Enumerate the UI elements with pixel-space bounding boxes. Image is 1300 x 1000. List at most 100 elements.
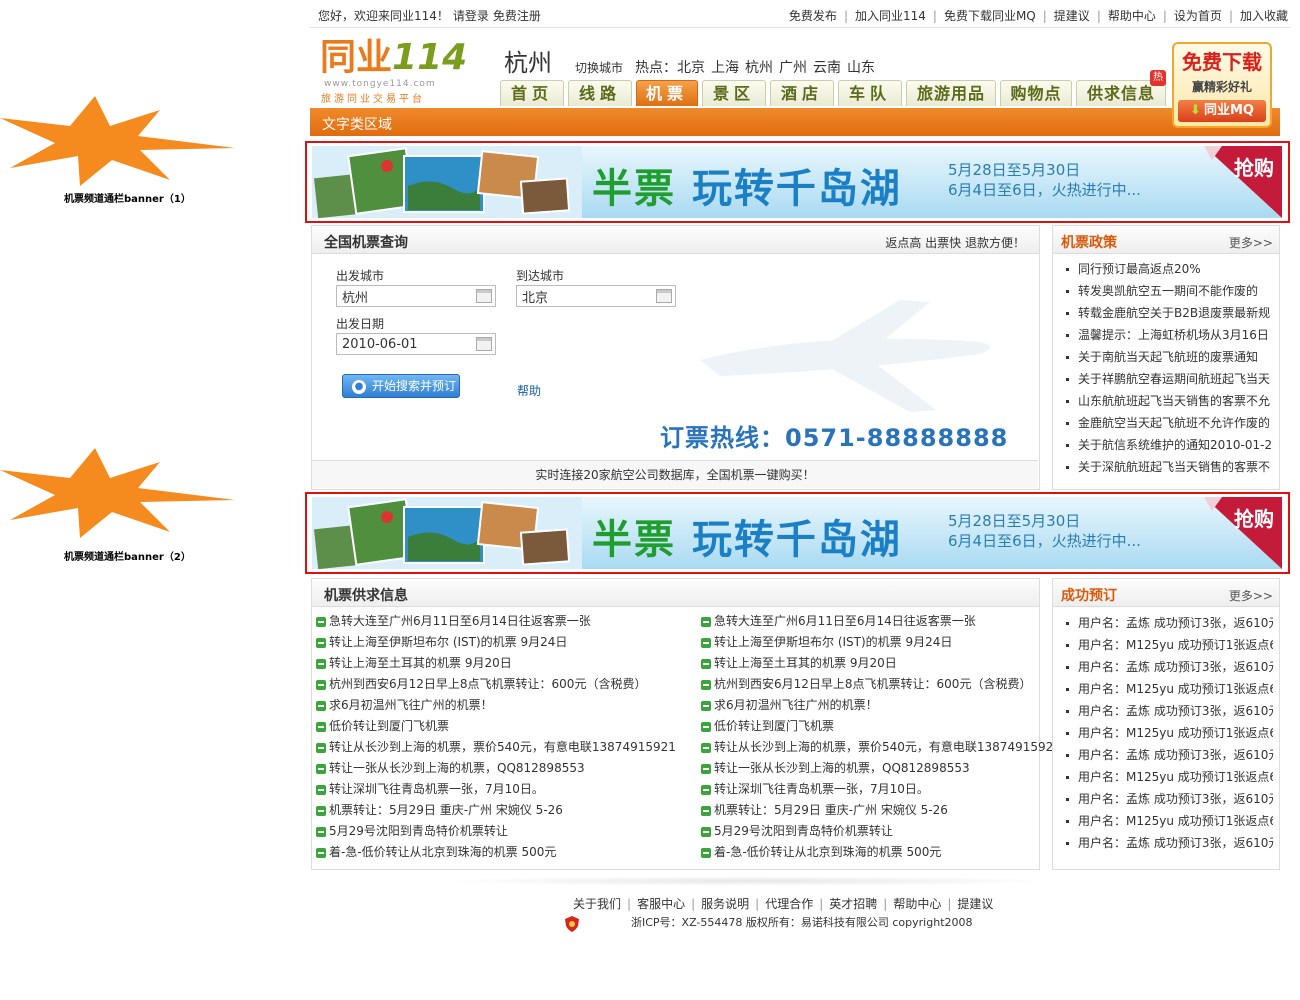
list-item[interactable]: 机票转让：5月29日 重庆-广州 宋婉仪 5-26 (701, 800, 1076, 821)
footer-service-link[interactable]: 客服中心 (637, 897, 685, 911)
plus-icon (701, 721, 711, 732)
tab-scenic[interactable]: 景区 (702, 80, 766, 106)
list-item[interactable]: 关于祥鹏航空春运期间航班起飞当天 (1063, 368, 1273, 390)
help-center-link[interactable]: 帮助中心 (1108, 9, 1156, 23)
list-item[interactable]: 同行预订最高返点20% (1063, 258, 1273, 280)
plus-icon (701, 784, 711, 795)
set-homepage-link[interactable]: 设为首页 (1174, 9, 1222, 23)
list-item[interactable]: 转让深圳飞往青岛机票一张，7月10日。 (701, 779, 1076, 800)
download-mq-button[interactable]: ⬇ 同业MQ (1178, 100, 1266, 122)
footer-divider (440, 876, 1060, 886)
policy-more-link[interactable]: 更多>> (1229, 234, 1273, 251)
list-item[interactable]: 转让从长沙到上海的机票，票价540元，有意电联13874915921 (701, 737, 1076, 758)
hot-city-link[interactable]: 北京 (677, 60, 705, 76)
add-favorite-link[interactable]: 加入收藏 (1240, 9, 1288, 23)
tab-travel-goods[interactable]: 旅游用品 (906, 80, 996, 106)
register-link[interactable]: 免费注册 (493, 9, 541, 23)
list-item[interactable]: 温馨提示：上海虹桥机场从3月16日 (1063, 324, 1273, 346)
tab-routes[interactable]: 线路 (568, 80, 632, 106)
hot-city-link[interactable]: 广州 (779, 60, 807, 76)
list-item[interactable]: 金鹿航空当天起飞航班不允许作废的 (1063, 412, 1273, 434)
plus-icon (701, 805, 711, 816)
join-link[interactable]: 加入同业114 (855, 9, 926, 23)
date-input[interactable] (337, 334, 467, 354)
search-book-button[interactable]: ● 开始搜索并预订 (342, 374, 460, 398)
list-item[interactable]: 转让深圳飞往青岛机票一张，7月10日。 (316, 779, 691, 800)
from-city-field[interactable] (336, 285, 496, 307)
plus-icon (701, 826, 711, 837)
to-city-field[interactable] (516, 285, 676, 307)
free-publish-link[interactable]: 免费发布 (789, 9, 837, 23)
flight-search-title: 全国机票查询 (324, 235, 408, 251)
switch-city-link[interactable]: 切换城市 (575, 59, 623, 76)
list-item[interactable]: 转发奥凯航空五一期间不能作废的 (1063, 280, 1273, 302)
list-item[interactable]: 转让上海至土耳其的机票 9月20日 (701, 653, 1076, 674)
search-icon: ● (351, 379, 366, 394)
tab-fleet[interactable]: 车队 (838, 80, 902, 106)
site-logo[interactable]: 同业114 www.tongye114.com 旅游同业交易平台 (320, 38, 480, 106)
plus-icon (316, 742, 326, 753)
hot-city-link[interactable]: 杭州 (745, 60, 773, 76)
list-item[interactable]: 急转大连至广州6月11日至6月14日往返客票一张 (701, 611, 1076, 632)
list-item[interactable]: 转让上海至伊斯坦布尔 (IST)的机票 9月24日 (316, 632, 691, 653)
list-item[interactable]: 关于航信系统维护的通知2010-01-28 (1063, 434, 1273, 456)
footer-agent-link[interactable]: 代理合作 (765, 897, 813, 911)
list-item[interactable]: 转让一张从长沙到上海的机票，QQ812898553 (316, 758, 691, 779)
list-item[interactable]: 关于深航航班起飞当天销售的客票不 (1063, 456, 1273, 478)
from-city-input[interactable] (337, 286, 467, 306)
date-field[interactable] (336, 333, 496, 355)
list-item[interactable]: 杭州到西安6月12日早上8点飞机票转让：600元（含税费） (701, 674, 1076, 695)
list-item[interactable]: 低价转让到厦门飞机票 (316, 716, 691, 737)
plus-icon (316, 637, 326, 648)
list-item[interactable]: 转让从长沙到上海的机票，票价540元，有意电联13874915921 (316, 737, 691, 758)
list-item[interactable]: 杭州到西安6月12日早上8点飞机票转让：600元（含税费） (316, 674, 691, 695)
list-item[interactable]: 5月29号沈阳到青岛特价机票转让 (701, 821, 1076, 842)
list-item[interactable]: 5月29号沈阳到青岛特价机票转让 (316, 821, 691, 842)
tab-shopping[interactable]: 购物点 (1000, 80, 1072, 106)
list-item[interactable]: 关于南航当天起飞航班的废票通知 (1063, 346, 1273, 368)
starburst-callout-2 (0, 448, 235, 538)
download-promo[interactable]: 免费下载 赢精彩好礼 ⬇ 同业MQ (1172, 42, 1272, 128)
buy-label: 抢购 (1234, 156, 1274, 180)
calendar-icon[interactable] (476, 289, 492, 303)
tab-flights[interactable]: 机票 (636, 80, 698, 106)
list-item[interactable]: 转载金鹿航空关于B2B退废票最新规 (1063, 302, 1273, 324)
tab-hotels[interactable]: 酒店 (770, 80, 834, 106)
lake-photos-image (312, 146, 582, 218)
banner-1[interactable]: 半票 玩转千岛湖 5月28日至5月30日 6月4日至6日，火热进行中... 抢购 (312, 146, 1282, 218)
hot-city-link[interactable]: 山东 (847, 60, 875, 76)
hot-city-link[interactable]: 云南 (813, 60, 841, 76)
plus-icon (316, 616, 326, 627)
calendar-icon[interactable] (476, 337, 492, 351)
hot-city-link[interactable]: 上海 (711, 60, 739, 76)
hot-cities: 热点：北京 上海 杭州 广州 云南 山东 (635, 57, 881, 77)
list-item[interactable]: 急转大连至广州6月11日至6月14日往返客票一张 (316, 611, 691, 632)
help-link[interactable]: 帮助 (517, 382, 541, 399)
orders-more-link[interactable]: 更多>> (1229, 587, 1273, 604)
footer-suggest-link[interactable]: 提建议 (957, 897, 993, 911)
to-city-input[interactable] (517, 286, 647, 306)
list-item[interactable]: 转让上海至伊斯坦布尔 (IST)的机票 9月24日 (701, 632, 1076, 653)
banner-2[interactable]: 半票 玩转千岛湖 5月28日至5月30日 6月4日至6日，火热进行中... 抢购 (312, 497, 1282, 569)
list-item[interactable]: 转让一张从长沙到上海的机票，QQ812898553 (701, 758, 1076, 779)
list-item[interactable]: 低价转让到厦门飞机票 (701, 716, 1076, 737)
plus-icon (316, 679, 326, 690)
footer-about-link[interactable]: 关于我们 (573, 897, 621, 911)
list-item[interactable]: 着-急-低价转让从北京到珠海的机票 500元 (316, 842, 691, 863)
footer-jobs-link[interactable]: 英才招聘 (829, 897, 877, 911)
list-item[interactable]: 转让上海至土耳其的机票 9月20日 (316, 653, 691, 674)
suggest-link[interactable]: 提建议 (1054, 9, 1090, 23)
police-badge-icon[interactable] (564, 915, 580, 933)
footer-help-link[interactable]: 帮助中心 (893, 897, 941, 911)
tab-home[interactable]: 首页 (500, 80, 564, 106)
list-item[interactable]: 着-急-低价转让从北京到珠海的机票 500元 (701, 842, 1076, 863)
footer-terms-link[interactable]: 服务说明 (701, 897, 749, 911)
list-item[interactable]: 机票转让：5月29日 重庆-广州 宋婉仪 5-26 (316, 800, 691, 821)
list-item[interactable]: 求6月初温州飞往广州的机票！ (316, 695, 691, 716)
login-link[interactable]: 请登录 (453, 9, 489, 23)
list-item[interactable]: 求6月初温州飞往广州的机票！ (701, 695, 1076, 716)
list-item: 用户名：孟炼 成功预订3张，返610元 (1063, 744, 1273, 766)
list-item[interactable]: 山东航航班起飞当天销售的客票不允 (1063, 390, 1273, 412)
download-mq-link[interactable]: 免费下载同业MQ (944, 9, 1036, 23)
calendar-icon[interactable] (656, 289, 672, 303)
